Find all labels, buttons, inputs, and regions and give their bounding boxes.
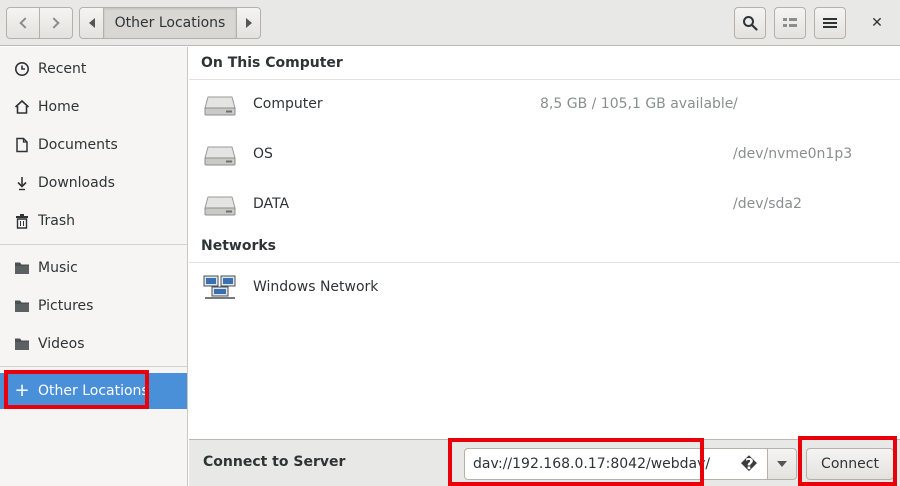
sidebar-item-label: Other Locations	[38, 383, 149, 399]
connect-to-server-bar: Connect to Server � Connect	[189, 439, 900, 486]
list-item[interactable]: Computer 8,5 GB / 105,1 GB available /	[189, 80, 900, 130]
connect-to-server-label: Connect to Server	[203, 454, 346, 470]
device-path: /dev/sda2	[733, 196, 802, 212]
device-name: OS	[253, 146, 273, 162]
close-button[interactable]: ✕	[862, 7, 892, 39]
path-scroll-right-button[interactable]	[236, 7, 261, 39]
path-bar-current[interactable]: Other Locations	[103, 7, 237, 39]
drive-icon	[204, 96, 236, 116]
locations-view: On This Computer Computer 8,5 GB / 105,1…	[189, 47, 900, 439]
home-icon	[13, 98, 31, 116]
search-button[interactable]	[734, 7, 766, 39]
document-icon	[13, 136, 31, 154]
network-name: Windows Network	[253, 279, 379, 295]
folder-icon	[13, 259, 31, 277]
triangle-right-icon	[245, 18, 252, 28]
network-computers-icon	[203, 275, 236, 299]
device-name: Computer	[253, 96, 323, 112]
device-space: 8,5 GB / 105,1 GB available	[540, 96, 734, 112]
help-icon[interactable]: �	[739, 455, 759, 475]
list-item[interactable]: OS /dev/nvme0n1p3	[189, 130, 900, 180]
device-path: /	[733, 96, 738, 112]
path-scroll-left-button[interactable]	[79, 7, 104, 39]
sidebar-separator	[0, 244, 187, 245]
sidebar-item-documents[interactable]: Documents	[0, 127, 187, 163]
folder-icon	[13, 297, 31, 315]
sidebar-separator	[0, 366, 187, 367]
triangle-left-icon	[88, 18, 95, 28]
list-view-icon	[783, 18, 797, 27]
list-item[interactable]: DATA /dev/sda2	[189, 180, 900, 230]
sidebar-item-other-locations[interactable]: + Other Locations	[0, 373, 187, 409]
sidebar-item-label: Pictures	[38, 298, 94, 314]
sidebar-item-label: Music	[38, 260, 78, 276]
device-path: /dev/nvme0n1p3	[733, 146, 853, 162]
recent-servers-dropdown[interactable]	[767, 448, 797, 480]
search-icon	[743, 16, 758, 31]
close-icon: ✕	[871, 15, 883, 31]
section-title-networks: Networks	[201, 238, 277, 254]
sidebar-item-label: Downloads	[38, 175, 115, 191]
hamburger-menu-icon	[823, 18, 837, 28]
sidebar-item-videos[interactable]: Videos	[0, 326, 187, 362]
connect-button[interactable]: Connect	[806, 448, 894, 480]
sidebar-item-label: Documents	[38, 137, 118, 153]
list-item[interactable]: Windows Network	[189, 263, 900, 313]
sidebar-item-pictures[interactable]: Pictures	[0, 288, 187, 324]
path-current-label: Other Locations	[114, 15, 226, 31]
back-button[interactable]	[6, 7, 40, 39]
drive-icon	[204, 146, 236, 166]
folder-icon	[13, 335, 31, 353]
header-bar: Other Locations ✕	[0, 0, 900, 46]
sidebar-item-recent[interactable]: Recent	[0, 51, 187, 87]
chevron-right-icon	[48, 17, 60, 29]
sidebar-item-music[interactable]: Music	[0, 250, 187, 286]
chevron-left-icon	[19, 17, 31, 29]
sidebar-item-label: Videos	[38, 336, 85, 352]
menu-button[interactable]	[814, 7, 846, 39]
sidebar-item-label: Home	[38, 99, 80, 115]
clock-icon	[13, 60, 31, 78]
server-address-input[interactable]	[464, 448, 768, 480]
sidebar-item-home[interactable]: Home	[0, 89, 187, 125]
device-name: DATA	[253, 196, 290, 212]
sidebar-item-downloads[interactable]: Downloads	[0, 165, 187, 201]
plus-icon: +	[14, 380, 30, 401]
chevron-down-icon	[777, 461, 787, 467]
forward-button[interactable]	[39, 7, 73, 39]
view-toggle-button[interactable]	[774, 7, 806, 39]
download-icon	[13, 174, 31, 192]
sidebar-item-label: Trash	[38, 213, 75, 229]
sidebar-item-label: Recent	[38, 61, 87, 77]
sidebar: Recent Home Documents Downloads Trash Mu…	[0, 47, 188, 486]
section-title-on-this-computer: On This Computer	[201, 55, 343, 71]
trash-icon	[13, 212, 31, 230]
sidebar-item-trash[interactable]: Trash	[0, 203, 187, 239]
drive-icon	[204, 196, 236, 216]
